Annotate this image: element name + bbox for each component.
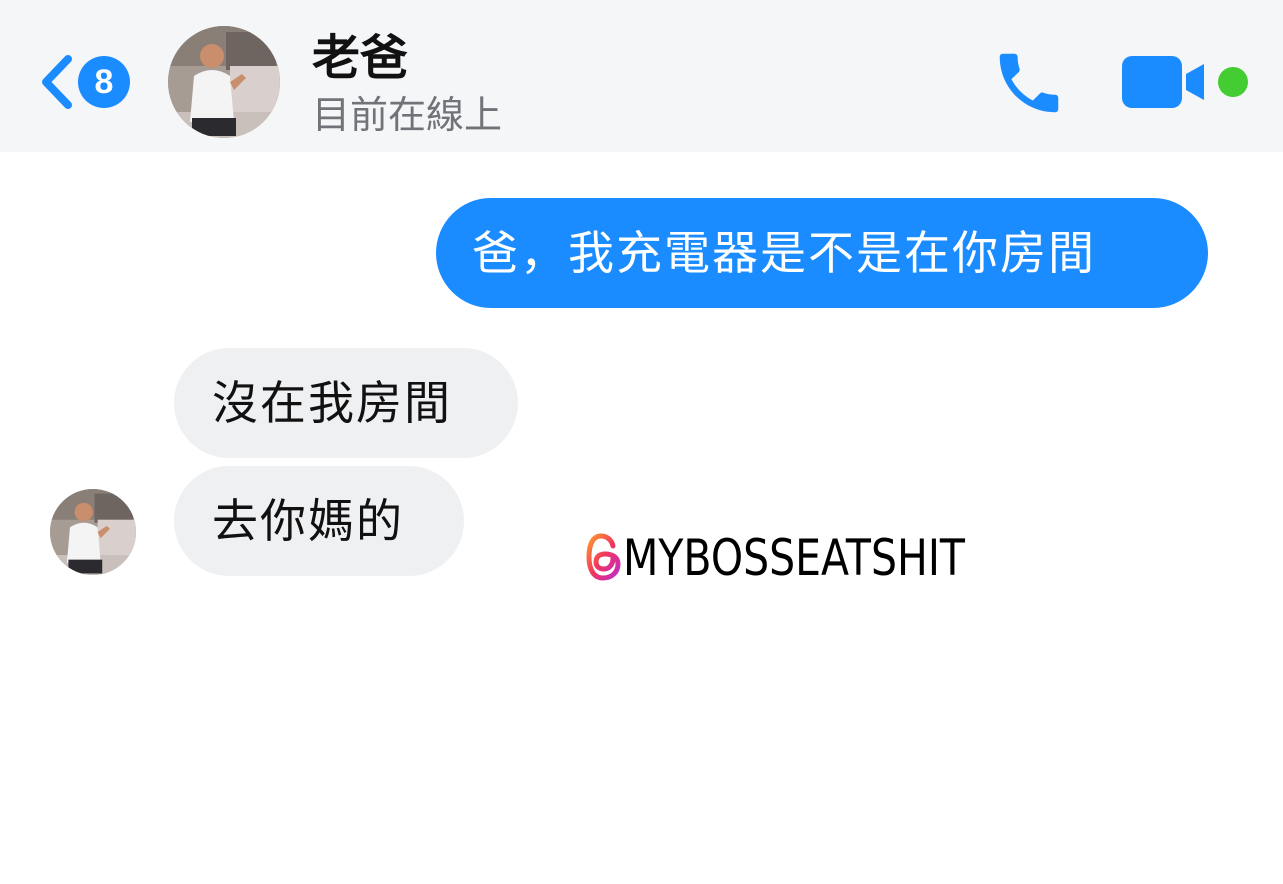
presence-status: 目前在線上 (312, 93, 503, 137)
sender-photo (50, 489, 136, 575)
back-button[interactable]: 8 (38, 50, 138, 114)
unread-count-badge: 8 (78, 56, 130, 108)
contact-photo (168, 26, 280, 138)
sender-avatar[interactable] (50, 489, 136, 575)
contact-name: 老爸 (312, 30, 409, 86)
phone-icon (999, 53, 1059, 113)
message-bubble-incoming[interactable]: 去你媽的 (174, 466, 464, 576)
contact-avatar[interactable] (168, 26, 280, 138)
threads-logo-icon (586, 533, 621, 581)
message-bubble-outgoing[interactable]: 爸，我充電器是不是在你房間 (436, 198, 1208, 308)
chevron-left-icon (42, 55, 72, 109)
conversation-header: 8 老爸 目前在線上 (0, 0, 1283, 152)
video-call-button[interactable] (1120, 52, 1210, 112)
message-bubble-incoming[interactable]: 沒在我房間 (174, 348, 518, 458)
video-camera-icon (1122, 56, 1204, 108)
watermark-handle: MYBOSSEATSHIT (623, 529, 965, 587)
online-status-dot (1218, 67, 1248, 97)
voice-call-button[interactable] (990, 44, 1068, 122)
